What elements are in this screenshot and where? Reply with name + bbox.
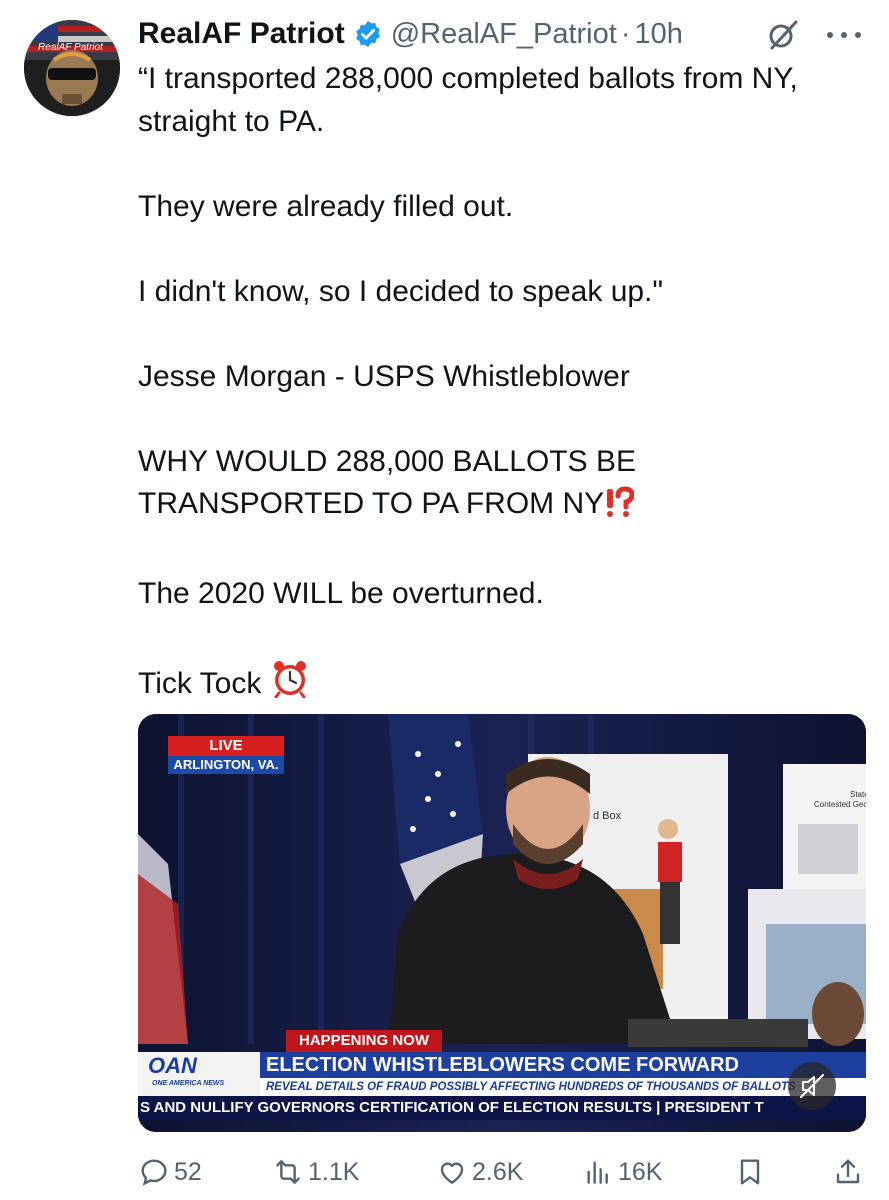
views-icon (587, 1161, 608, 1184)
share-button[interactable] (832, 1152, 864, 1192)
live-badge: LIVE ARLINGTON, VA. (168, 736, 284, 774)
tweet-paragraph-text: Tick Tock (138, 667, 262, 700)
tweet-text: “I transported 288,000 completed ballots… (138, 58, 868, 711)
repost-icon (276, 1160, 300, 1184)
poster-text: d Box (593, 810, 622, 822)
avatar-logo-text: RealAF Patriot (38, 42, 103, 53)
subheadline: REVEAL DETAILS OF FRAUD POSSIBLY AFFECTI… (260, 1078, 866, 1096)
tweet-paragraph: The 2020 WILL be overturned. (138, 577, 544, 610)
like-button[interactable]: 2.6K (436, 1152, 523, 1192)
poster-text: State (850, 790, 866, 799)
interrobang-icon (604, 486, 635, 531)
display-name[interactable]: RealAF Patriot (138, 17, 345, 51)
tweet-header: RealAF Patriot @RealAF_Patriot · 10h (138, 14, 683, 54)
like-count: 2.6K (472, 1157, 524, 1186)
repost-count: 1.1K (308, 1157, 360, 1186)
headline: ELECTION WHISTLEBLOWERS COME FORWARD (260, 1052, 866, 1078)
like-icon (440, 1162, 464, 1184)
video-player[interactable]: LIVE ARLINGTON, VA. d Box State Conteste… (138, 714, 866, 1132)
location-label: ARLINGTON, VA. (168, 756, 284, 774)
views-button[interactable]: 16K (582, 1152, 662, 1192)
mute-icon (800, 1074, 824, 1098)
verified-badge-icon (355, 20, 380, 48)
happening-now-label: HAPPENING NOW (286, 1030, 442, 1052)
bookmark-button[interactable] (734, 1152, 766, 1192)
network-logo: OAN ONE AMERICA NEWS (138, 1052, 260, 1096)
news-ticker: S AND NULLIFY GOVERNORS CERTIFICATION OF… (138, 1096, 866, 1120)
mute-button[interactable] (788, 1062, 836, 1110)
tweet-paragraph: They were already filled out. (138, 189, 514, 223)
more-icon[interactable] (822, 26, 866, 44)
tweet-actions: 52 1.1K 2.6K 16K (138, 1152, 868, 1192)
tweet-paragraph-caps: WHY WOULD 288,000 BALLOTS BE TRANSPORTED… (138, 441, 868, 531)
timestamp[interactable]: 10h (634, 18, 682, 51)
tweet-paragraph: “I transported 288,000 completed ballots… (138, 62, 798, 138)
network-sub-text: ONE AMERICA NEWS (152, 1080, 225, 1087)
tweet-paragraph: I didn't know, so I decided to speak up.… (138, 274, 664, 308)
share-icon (836, 1159, 860, 1184)
avatar[interactable]: RealAF Patriot (24, 20, 120, 116)
header-separator: · (620, 17, 631, 50)
poster-text: Contested Geo (814, 800, 866, 809)
lower-third: OAN ONE AMERICA NEWS ELECTION WHISTLEBLO… (138, 1052, 866, 1096)
repost-button[interactable]: 1.1K (272, 1152, 359, 1192)
views-count: 16K (618, 1157, 663, 1186)
reply-icon (141, 1159, 167, 1186)
tweet-paragraph-last: Tick Tock (138, 658, 868, 711)
reply-count: 52 (174, 1157, 202, 1186)
network-logo-text: OAN (148, 1053, 197, 1078)
tweet-paragraph-text: WHY WOULD 288,000 BALLOTS BE TRANSPORTED… (138, 444, 636, 521)
tweet-paragraph: Jesse Morgan - USPS Whistleblower (138, 359, 630, 393)
handle[interactable]: @RealAF_Patriot (391, 18, 617, 51)
grok-icon[interactable] (766, 18, 800, 52)
avatar-skull-image (24, 20, 120, 116)
reply-button[interactable]: 52 (138, 1152, 202, 1192)
alarm-clock-icon (270, 658, 310, 711)
live-label: LIVE (168, 736, 284, 756)
bookmark-icon (740, 1159, 760, 1185)
